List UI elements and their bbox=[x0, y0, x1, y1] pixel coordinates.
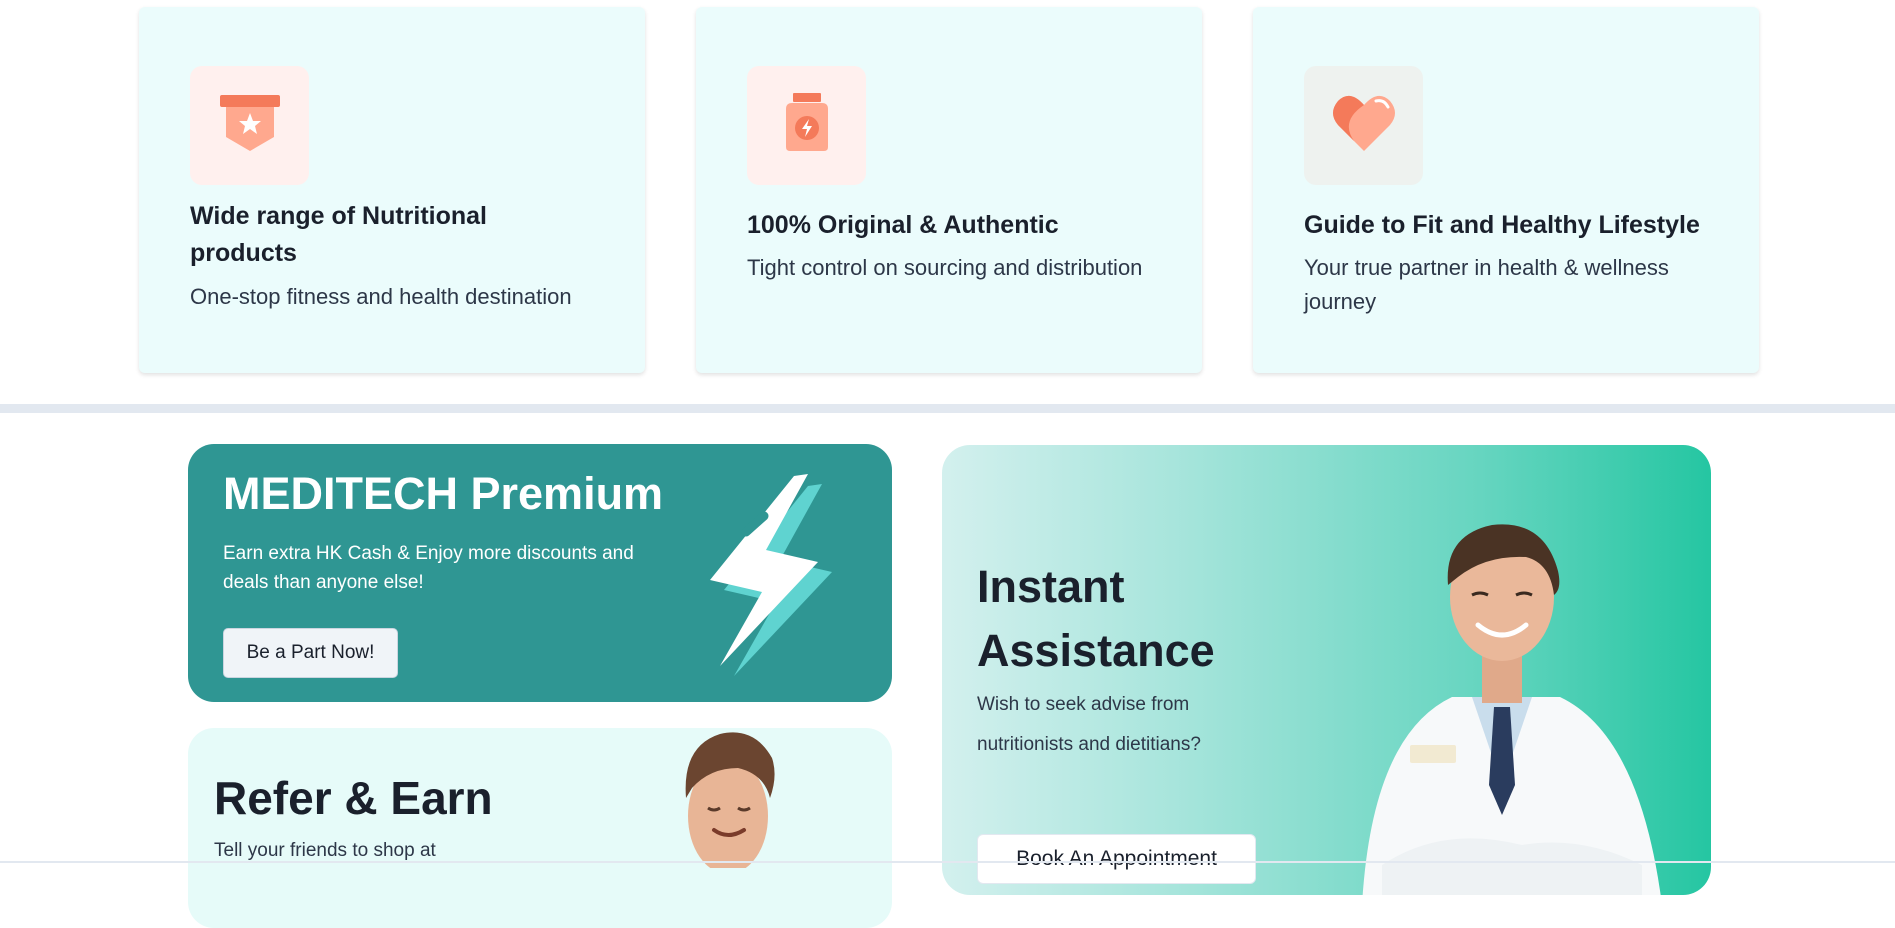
feature-description: Your true partner in health & wellness j… bbox=[1304, 255, 1669, 314]
doctor-photo bbox=[1322, 485, 1682, 895]
heart-icon bbox=[1330, 91, 1398, 160]
refer-earn-card: Refer & Earn Tell your friends to shop a… bbox=[188, 728, 892, 928]
premium-title: MEDITECH Premium bbox=[223, 468, 664, 519]
smiling-man-photo bbox=[668, 728, 788, 874]
feature-icon-box bbox=[747, 66, 866, 185]
feature-title: 100% Original & Authentic bbox=[747, 211, 1059, 239]
supplement-jar-icon bbox=[776, 91, 838, 160]
lightning-bolt-icon bbox=[688, 472, 848, 687]
feature-title: Wide range of Nutritional products bbox=[190, 202, 487, 267]
feature-card-authentic: 100% Original & Authentic Tight control … bbox=[696, 7, 1202, 373]
instant-assistance-card: Instant Assistance Wish to seek advise f… bbox=[942, 445, 1711, 895]
shield-star-icon bbox=[218, 91, 282, 160]
feature-card-lifestyle: Guide to Fit and Healthy Lifestyle Your … bbox=[1253, 7, 1759, 373]
feature-description: Tight control on sourcing and distributi… bbox=[747, 255, 1143, 280]
refer-description: Tell your friends to shop at bbox=[214, 840, 436, 861]
refer-title: Refer & Earn bbox=[214, 772, 493, 824]
feature-title: Guide to Fit and Healthy Lifestyle bbox=[1304, 211, 1700, 239]
premium-description: Earn extra HK Cash & Enjoy more discount… bbox=[223, 543, 634, 593]
feature-icon-box bbox=[190, 66, 309, 185]
book-appointment-button[interactable]: Book An Appointment bbox=[977, 834, 1256, 884]
feature-icon-box bbox=[1304, 66, 1423, 185]
feature-description: One-stop fitness and health destination bbox=[190, 284, 572, 309]
assistance-title: Instant Assistance bbox=[977, 561, 1215, 676]
feature-card-nutritional: Wide range of Nutritional products One-s… bbox=[139, 7, 645, 373]
premium-banner: MEDITECH Premium Earn extra HK Cash & En… bbox=[188, 444, 892, 702]
be-a-part-button[interactable]: Be a Part Now! bbox=[223, 628, 398, 678]
section-divider bbox=[0, 404, 1895, 413]
assistance-description: Wish to seek advise from nutritionists a… bbox=[977, 694, 1201, 755]
